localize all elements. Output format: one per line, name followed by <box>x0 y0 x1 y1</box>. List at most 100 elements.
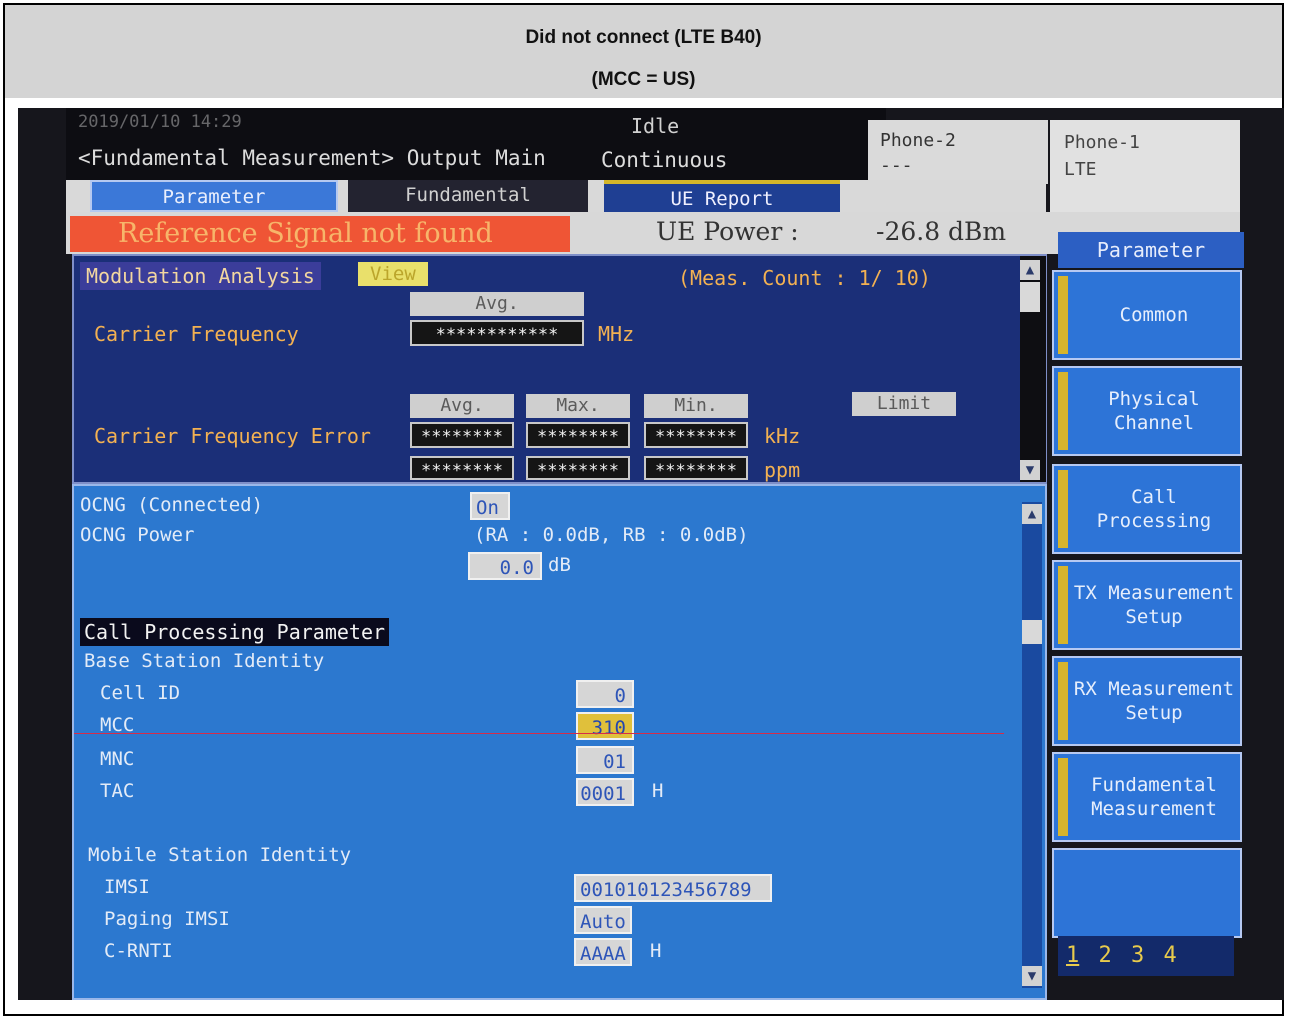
phone-1-label: Phone-1 <box>1064 132 1140 153</box>
tag-marker <box>1058 662 1068 740</box>
sidebar-button-label: Fundamental Measurement <box>1091 774 1217 820</box>
cfe-avg-value: ******** <box>410 422 514 448</box>
sidebar-button-empty[interactable] <box>1052 848 1242 938</box>
meas-count: (Meas. Count : 1/ 10) <box>678 266 931 290</box>
sidebar-button-rx-measurement-setup[interactable]: RX Measurement Setup <box>1052 656 1242 746</box>
page-selector: 1 2 3 4 <box>1058 936 1234 976</box>
sidebar-button-label <box>1072 850 1236 936</box>
sidebar-button-label: Common <box>1119 304 1189 326</box>
measurement-mode: Continuous <box>601 148 728 172</box>
ocng-power-info: (RA : 0.0dB, RB : 0.0dB) <box>474 524 749 546</box>
page-4[interactable]: 4 <box>1164 943 1177 968</box>
page-2[interactable]: 2 <box>1099 943 1112 968</box>
mcc-field[interactable]: 310 <box>576 712 634 740</box>
instrument-screen: 2019/01/10 14:29 <Fundamental Measuremen… <box>18 108 1284 1000</box>
tab-bar: Parameter Fundamental UE Report <box>66 180 1046 212</box>
page-3[interactable]: 3 <box>1131 943 1144 968</box>
avg-header: Avg. <box>410 292 584 316</box>
sidebar-button-common[interactable]: Common <box>1052 270 1242 360</box>
mobile-station-identity-heading: Mobile Station Identity <box>88 844 352 866</box>
ocng-power-label: OCNG Power <box>80 524 195 546</box>
max-column-header: Max. <box>526 394 630 418</box>
red-divider-line <box>74 733 1004 734</box>
cfe-unit-khz: kHz <box>764 424 801 448</box>
c-rnti-label: C-RNTI <box>104 940 173 962</box>
scroll-up-arrow-icon[interactable]: ▲ <box>1020 260 1040 280</box>
screen-title: <Fundamental Measurement> Output Main <box>78 146 546 170</box>
ue-power-label: UE Power : <box>656 217 799 246</box>
reference-signal-alert: Reference Signal not found <box>70 216 570 252</box>
imsi-label: IMSI <box>104 876 150 898</box>
caption-subtitle: (MCC = US) <box>591 69 696 90</box>
modulation-scrollbar[interactable]: ▲ ▼ <box>1020 256 1046 482</box>
ocng-connected-field[interactable]: On <box>470 492 510 520</box>
sidebar-button-physical-channel[interactable]: Physical Channel <box>1052 366 1242 456</box>
carrier-frequency-unit: MHz <box>598 322 635 346</box>
c-rnti-field[interactable]: AAAA <box>574 938 632 966</box>
ocng-connected-label: OCNG (Connected) <box>80 494 264 516</box>
ocng-power-field[interactable]: 0.0 <box>468 552 542 580</box>
cell-id-field[interactable]: 0 <box>576 680 634 708</box>
mnc-label: MNC <box>100 748 135 770</box>
tag-marker <box>1058 758 1068 836</box>
cfe-unit-ppm: ppm <box>764 458 801 482</box>
phone-1-value: LTE <box>1064 159 1097 180</box>
page: Did not connect (LTE B40) (MCC = US) 201… <box>0 0 1289 1019</box>
mnc-field[interactable]: 01 <box>576 746 634 774</box>
cfe-ppm-avg-value: ******** <box>410 456 514 481</box>
ue-power-value: -26.8 dBm <box>876 217 1007 246</box>
sidebar-button-fundamental-measurement[interactable]: Fundamental Measurement <box>1052 752 1242 842</box>
tag-marker <box>1058 470 1068 548</box>
tag-marker <box>1058 372 1068 450</box>
cfe-min-value: ******** <box>644 422 748 448</box>
sidebar-button-label: Call Processing <box>1096 486 1212 532</box>
view-button[interactable]: View <box>358 262 428 286</box>
phone-2-status: Phone-2 --- <box>868 120 1048 184</box>
tag-marker <box>1058 276 1068 354</box>
limit-button[interactable]: Limit <box>852 392 956 416</box>
parameter-panel: OCNG (Connected) On OCNG Power (RA : 0.0… <box>72 484 1047 1000</box>
paging-imsi-label: Paging IMSI <box>104 908 230 930</box>
carrier-frequency-label: Carrier Frequency <box>94 322 299 346</box>
ocng-power-unit: dB <box>548 554 571 576</box>
paging-imsi-field[interactable]: Auto <box>574 906 632 934</box>
phone-2-label: Phone-2 <box>880 130 956 151</box>
modulation-analysis-title: Modulation Analysis <box>80 262 321 290</box>
scroll-down-arrow-icon[interactable]: ▼ <box>1022 966 1042 986</box>
carrier-frequency-value: ************ <box>410 320 584 346</box>
sidebar-button-tx-measurement-setup[interactable]: TX Measurement Setup <box>1052 560 1242 650</box>
cell-id-label: Cell ID <box>100 682 181 704</box>
caption-header: Did not connect (LTE B40) (MCC = US) <box>3 3 1284 100</box>
phone-2-value: --- <box>880 155 913 176</box>
timestamp: 2019/01/10 14:29 <box>78 112 242 132</box>
tab-fundamental[interactable]: Fundamental <box>348 180 588 212</box>
tag-marker <box>1058 566 1068 644</box>
caption-title: Did not connect (LTE B40) <box>525 27 762 48</box>
min-column-header: Min. <box>644 394 748 418</box>
sidebar-header: Parameter <box>1058 232 1244 268</box>
scroll-thumb[interactable] <box>1022 620 1042 644</box>
tac-field[interactable]: 0001 <box>576 778 634 806</box>
scroll-down-arrow-icon[interactable]: ▼ <box>1020 460 1040 480</box>
phone-1-status: Phone-1 LTE <box>1050 120 1240 212</box>
parameter-scrollbar[interactable]: ▲ ▼ <box>1022 502 1042 988</box>
c-rnti-unit: H <box>650 940 662 962</box>
cfe-ppm-min-value: ******** <box>644 456 748 481</box>
sidebar-button-label: RX Measurement Setup <box>1073 678 1235 724</box>
sidebar-button-call-processing[interactable]: Call Processing <box>1052 464 1242 554</box>
tab-parameter[interactable]: Parameter <box>90 180 338 212</box>
call-processing-section-title: Call Processing Parameter <box>80 618 390 646</box>
scroll-up-arrow-icon[interactable]: ▲ <box>1022 504 1042 524</box>
cfe-ppm-max-value: ******** <box>526 456 630 481</box>
tab-ue-report[interactable]: UE Report <box>604 180 840 212</box>
avg-column-header: Avg. <box>410 394 514 418</box>
sidebar-button-label: Physical Channel <box>1108 388 1200 434</box>
carrier-frequency-error-label: Carrier Frequency Error <box>94 424 371 448</box>
call-state: Idle <box>631 114 680 138</box>
status-bar: 2019/01/10 14:29 <Fundamental Measuremen… <box>66 108 886 180</box>
scroll-thumb[interactable] <box>1020 282 1040 312</box>
base-station-identity-heading: Base Station Identity <box>84 650 325 672</box>
imsi-field[interactable]: 001010123456789 <box>574 874 772 902</box>
tac-label: TAC <box>100 780 135 802</box>
page-1[interactable]: 1 <box>1066 943 1079 968</box>
